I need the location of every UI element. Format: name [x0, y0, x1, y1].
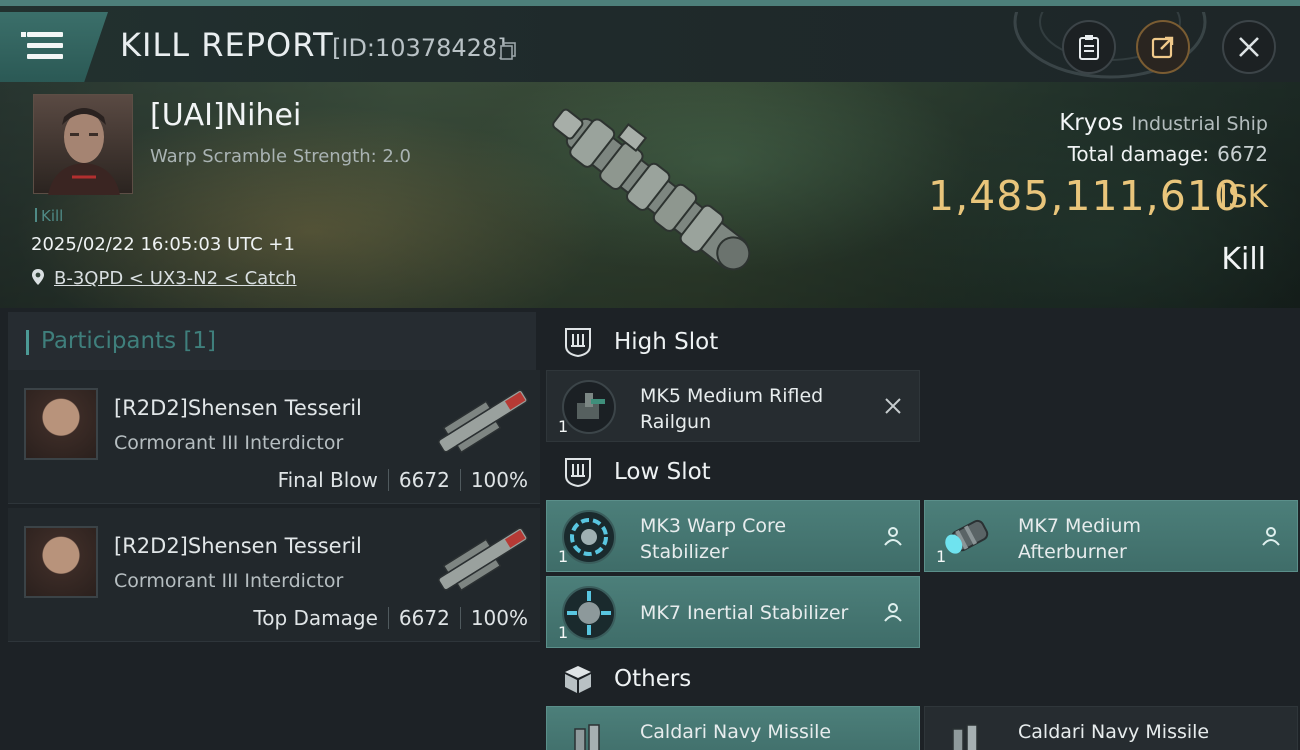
menu-button[interactable] — [0, 12, 108, 82]
high-slot-title: High Slot — [614, 329, 719, 355]
others-title: Others — [614, 666, 692, 692]
participant-stats: Final Blow 6672 100% — [278, 468, 528, 492]
clipboard-icon — [1079, 35, 1099, 60]
module-item[interactable]: Caldari Navy Missile — [924, 706, 1298, 750]
participant-percent: 100% — [470, 606, 528, 630]
participant-role: Top Damage — [253, 606, 378, 630]
module-item[interactable]: 1 MK7 Medium Afterburner — [924, 500, 1298, 572]
low-slot-icon — [565, 458, 591, 488]
module-quantity: 1 — [558, 417, 569, 436]
participant-ship: Cormorant III Interdictor — [114, 570, 344, 592]
cargo-box-icon — [565, 666, 591, 693]
isk-value: 1,485,111,610 — [928, 172, 1241, 220]
result-label: Kill — [1221, 242, 1266, 277]
module-name: MK3 Warp Core Stabilizer — [640, 515, 787, 563]
total-damage-value: 6672 — [1217, 142, 1268, 166]
top-bar: KILL REPORT [ID:10378428] — [0, 0, 1300, 82]
menu-icon — [21, 32, 26, 37]
close-icon — [1239, 37, 1259, 57]
module-name: Caldari Navy Missile — [640, 721, 832, 743]
others-header: Others — [546, 653, 691, 705]
warp-core-stabilizer-icon — [562, 510, 616, 564]
destroyed-icon — [885, 398, 901, 414]
isk-unit: ISK — [1218, 179, 1268, 215]
location-link[interactable]: B-3QPD < UX3-N2 < Catch — [54, 268, 297, 289]
participant-stats: Top Damage 6672 100% — [253, 606, 528, 630]
module-quantity: 1 — [558, 547, 569, 566]
victim-name[interactable]: [UAI]Nihei — [150, 98, 301, 133]
module-item[interactable]: 1 MK7 Inertial Stabilizer — [546, 576, 920, 648]
dropped-icon — [884, 603, 902, 622]
module-name: MK5 Medium Rifled Railgun — [640, 385, 824, 433]
participant-ship-icon — [438, 389, 528, 454]
participant-name: [R2D2]Shensen Tesseril — [114, 396, 362, 420]
participant-row[interactable]: [R2D2]Shensen Tesseril Cormorant III Int… — [8, 508, 540, 642]
participants-title: Participants [1] — [41, 328, 216, 354]
afterburner-icon — [945, 519, 989, 554]
railgun-icon — [562, 380, 616, 434]
module-item[interactable]: Caldari Navy Missile — [546, 706, 920, 750]
clipboard-button[interactable] — [1062, 20, 1116, 74]
participant-damage: 6672 — [398, 468, 450, 492]
missile-icon — [574, 724, 600, 750]
module-item[interactable]: 1 MK3 Warp Core Stabilizer — [546, 500, 920, 572]
participant-ship: Cormorant III Interdictor — [114, 432, 344, 454]
module-name: MK7 Medium Afterburner — [1018, 515, 1141, 563]
participant-row[interactable]: [R2D2]Shensen Tesseril Cormorant III Int… — [8, 370, 540, 504]
participant-avatar — [24, 388, 98, 460]
participants-panel: Participants [1] [R2D2]Shensen Tesseril … — [0, 308, 540, 750]
kill-tag: Kill — [35, 207, 63, 225]
participant-role: Final Blow — [277, 468, 378, 492]
module-name: Caldari Navy Missile — [1018, 721, 1210, 743]
participant-avatar — [24, 526, 98, 598]
participant-damage: 6672 — [398, 606, 450, 630]
kill-summary: [UAI]Nihei Warp Scramble Strength: 2.0 K… — [0, 82, 1300, 308]
close-button[interactable] — [1222, 20, 1276, 74]
missile-icon — [952, 724, 978, 750]
fitting-panel: High Slot 1 MK5 Medium Rifled Railgun Lo… — [540, 308, 1300, 750]
participant-percent: 100% — [470, 468, 528, 492]
ship-class: Industrial Ship — [1131, 113, 1268, 135]
module-quantity: 1 — [936, 547, 947, 566]
inertial-stabilizer-icon — [562, 586, 616, 640]
total-damage: Total damage: 6672 — [1068, 142, 1268, 166]
kill-timestamp: 2025/02/22 16:05:03 UTC +1 — [31, 234, 295, 255]
share-button[interactable] — [1136, 20, 1190, 74]
module-name: MK7 Inertial Stabilizer — [640, 602, 849, 624]
warp-scramble-strength: Warp Scramble Strength: 2.0 — [150, 146, 412, 167]
participant-ship-icon — [438, 527, 528, 592]
ship-render — [552, 108, 751, 271]
location-pin-icon — [32, 269, 44, 285]
victim-ship[interactable]: Kryos Industrial Ship — [1059, 110, 1268, 136]
victim-avatar[interactable] — [33, 94, 133, 195]
dropped-icon — [1262, 527, 1280, 546]
participant-name: [R2D2]Shensen Tesseril — [114, 534, 362, 558]
participants-header[interactable]: Participants [1] — [8, 312, 536, 370]
share-icon — [1151, 36, 1174, 59]
page-title: KILL REPORT — [120, 26, 334, 64]
high-slot-icon — [565, 328, 591, 358]
module-quantity: 1 — [558, 623, 569, 642]
module-item[interactable]: 1 MK5 Medium Rifled Railgun — [546, 370, 920, 442]
dropped-icon — [884, 527, 902, 546]
ship-name: Kryos — [1059, 110, 1124, 136]
copy-icon[interactable] — [500, 42, 516, 60]
report-id: [ID:10378428] — [332, 34, 507, 62]
low-slot-title: Low Slot — [614, 459, 711, 485]
low-slot-header: Low Slot — [546, 446, 711, 498]
high-slot-header: High Slot — [546, 316, 718, 368]
total-damage-label: Total damage: — [1067, 142, 1210, 166]
